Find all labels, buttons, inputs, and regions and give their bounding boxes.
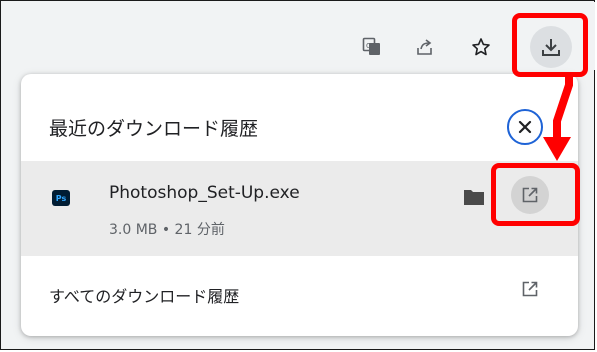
share-icon[interactable]: [412, 34, 438, 60]
download-icon: [542, 39, 560, 56]
panel-title: 最近のダウンロード履歴: [49, 118, 259, 140]
download-button[interactable]: [530, 26, 572, 68]
browser-window: G 最近のダウンロード履歴 Ps Photoshop_Set-Up.exe 3.…: [0, 0, 595, 350]
close-button[interactable]: [507, 109, 543, 145]
svg-text:G: G: [366, 42, 371, 50]
open-external-icon[interactable]: [521, 280, 539, 298]
folder-icon[interactable]: [463, 188, 485, 206]
translate-icon[interactable]: G: [359, 34, 385, 60]
open-file-button[interactable]: [511, 176, 549, 214]
all-downloads-link[interactable]: すべてのダウンロード履歴: [49, 283, 239, 307]
file-meta: 3.0 MB • 21 分前: [109, 222, 225, 238]
file-name: Photoshop_Set-Up.exe: [109, 183, 300, 203]
close-icon: [518, 120, 532, 134]
downloads-panel: 最近のダウンロード履歴 Ps Photoshop_Set-Up.exe 3.0 …: [21, 74, 578, 336]
star-icon[interactable]: [468, 34, 494, 60]
browser-toolbar: G: [2, 2, 595, 70]
download-item[interactable]: Ps Photoshop_Set-Up.exe 3.0 MB • 21 分前: [21, 161, 578, 256]
open-external-icon: [522, 187, 538, 203]
photoshop-icon: Ps: [52, 190, 70, 206]
